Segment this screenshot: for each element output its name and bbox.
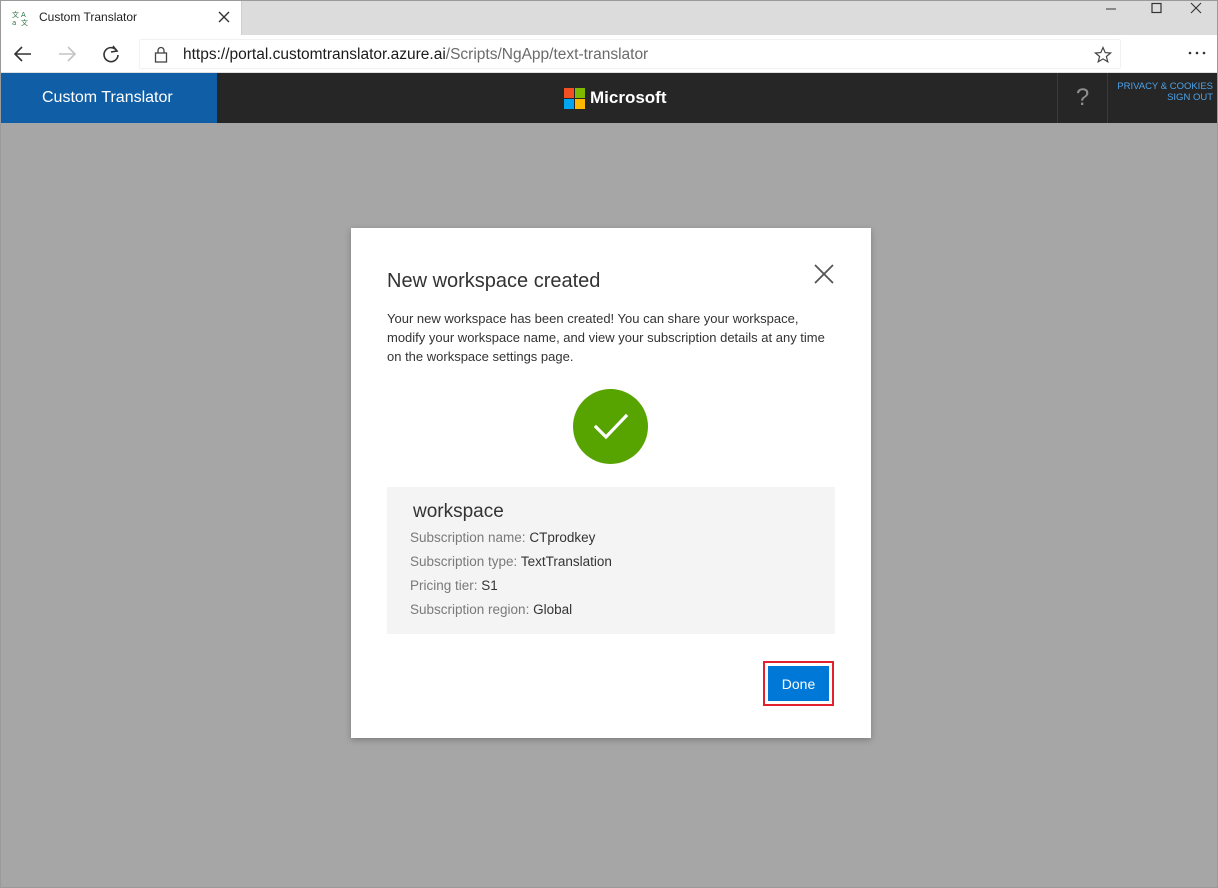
url-host: https://portal.customtranslator.azure.ai [183,46,446,63]
microsoft-wordmark: Microsoft [590,88,667,107]
close-dialog-icon[interactable] [813,263,835,285]
browser-tab[interactable]: 文 A a 文 Custom Translator [1,1,242,35]
app-header: Custom Translator Microsoft ? PRIVACY & … [1,73,1217,123]
minimize-icon[interactable] [1088,1,1134,17]
close-tab-icon[interactable] [217,10,231,24]
subscription-type-row: Subscription type: TextTranslation [410,554,612,569]
workspace-name: workspace [413,501,504,522]
row-label: Subscription name: [410,530,526,545]
svg-text:文: 文 [12,10,19,19]
forward-arrow-icon[interactable] [55,42,79,66]
tab-title: Custom Translator [39,10,138,24]
subscription-name-row: Subscription name: CTprodkey [410,530,595,545]
browser-toolbar: https://portal.customtranslator.azure.ai… [1,35,1217,73]
row-value: S1 [481,578,498,593]
sign-out-link[interactable]: SIGN OUT [1117,92,1213,103]
workspace-created-dialog: New workspace created Your new workspace… [351,228,871,738]
svg-text:A: A [21,11,26,19]
url-text[interactable]: https://portal.customtranslator.azure.ai… [183,46,648,64]
privacy-cookies-link[interactable]: PRIVACY & COOKIES [1117,81,1213,92]
tab-strip: 文 A a 文 Custom Translator [1,1,1217,35]
dialog-title: New workspace created [387,270,601,292]
microsoft-logo: Microsoft [564,87,667,109]
row-value: Global [533,602,573,617]
svg-text:a: a [12,19,16,26]
address-bar[interactable]: https://portal.customtranslator.azure.ai… [139,39,1121,69]
back-arrow-icon[interactable] [11,42,35,66]
row-label: Subscription type: [410,554,518,569]
lock-icon [154,46,168,63]
help-button[interactable]: ? [1057,73,1108,123]
row-value: CTprodkey [529,530,596,545]
url-path: /Scripts/NgApp/text-translator [445,46,649,63]
row-label: Subscription region: [410,602,530,617]
row-label: Pricing tier: [410,578,478,593]
done-button[interactable]: Done [768,666,829,701]
row-value: TextTranslation [520,554,612,569]
more-options-icon[interactable] [1186,43,1208,63]
favorite-star-icon[interactable] [1093,45,1113,65]
app-brand[interactable]: Custom Translator [1,73,217,123]
browser-window: 文 A a 文 Custom Translator https://portal… [0,0,1218,888]
subscription-region-row: Subscription region: Global [410,602,572,617]
workspace-summary-card: workspace Subscription name: CTprodkey S… [387,487,835,634]
success-check-icon [573,389,648,464]
translator-favicon-icon: 文 A a 文 [12,10,28,26]
close-window-icon[interactable] [1173,1,1218,17]
microsoft-logo-icon [564,87,585,109]
pricing-tier-row: Pricing tier: S1 [410,578,498,593]
refresh-icon[interactable] [99,42,123,66]
dialog-message: Your new workspace has been created! You… [387,311,825,364]
svg-text:文: 文 [21,18,28,26]
header-links: PRIVACY & COOKIES SIGN OUT [1117,81,1213,103]
